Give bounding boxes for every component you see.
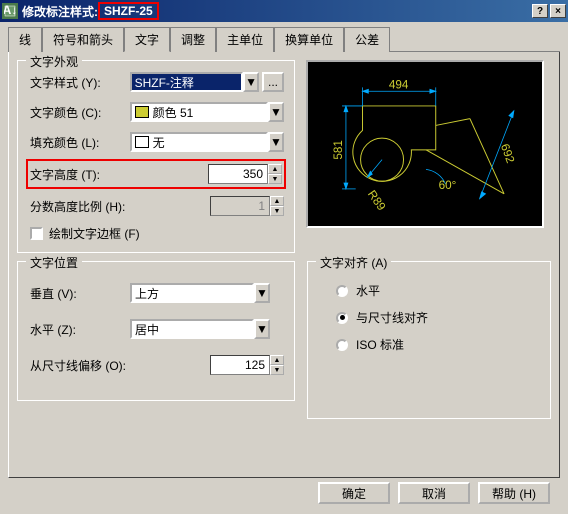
- close-button[interactable]: ×: [550, 4, 566, 18]
- label-text-style: 文字样式 (Y):: [30, 74, 130, 91]
- checkbox-icon[interactable]: [30, 227, 43, 240]
- radio-iso[interactable]: ISO 标准: [336, 336, 540, 353]
- radio-horizontal[interactable]: 水平: [336, 282, 540, 299]
- svg-text:692: 692: [498, 142, 517, 165]
- text-style-browse-button[interactable]: ...: [262, 72, 284, 92]
- group-text-position: 文字位置 垂直 (V): 上方 ▼ 水平 (Z): 居中 ▼: [17, 261, 295, 401]
- label-draw-frame: 绘制文字边框 (F): [49, 225, 140, 242]
- svg-text:A↓: A↓: [4, 5, 16, 17]
- ok-button[interactable]: 确定: [318, 482, 390, 504]
- text-height-spinner[interactable]: ▲▼: [208, 164, 282, 184]
- spin-up-icon[interactable]: ▲: [268, 164, 282, 174]
- label-text-color: 文字颜色 (C):: [30, 104, 130, 121]
- spin-up-icon: ▲: [270, 196, 284, 206]
- spin-down-icon: ▼: [270, 206, 284, 216]
- radio-icon[interactable]: [336, 285, 348, 297]
- text-height-input[interactable]: [208, 164, 268, 184]
- chevron-down-icon[interactable]: ▼: [254, 319, 270, 339]
- group-text-alignment: 文字对齐 (A) 水平 与尺寸线对齐 ISO 标准: [307, 261, 551, 419]
- label-text-height: 文字高度 (T):: [30, 166, 130, 183]
- fill-color-combo[interactable]: 无 ▼: [130, 132, 284, 152]
- title-prefix: 修改标注样式:: [22, 3, 98, 20]
- title-style-name: SHZF-25: [100, 4, 157, 18]
- legend-alignment: 文字对齐 (A): [316, 254, 391, 271]
- label-fill-color: 填充颜色 (L):: [30, 134, 130, 151]
- radio-icon[interactable]: [336, 312, 348, 324]
- text-style-combo[interactable]: SHZF-注释 ▼: [130, 72, 259, 92]
- radio-icon[interactable]: [336, 339, 348, 351]
- tab-tolerance[interactable]: 公差: [344, 27, 390, 52]
- draw-frame-checkbox[interactable]: 绘制文字边框 (F): [30, 225, 284, 242]
- tab-text[interactable]: 文字: [124, 27, 170, 52]
- text-color-combo[interactable]: 颜色 51 ▼: [130, 102, 284, 122]
- title-bar: A↓ 修改标注样式: SHZF-25 ? ×: [0, 0, 568, 22]
- legend-appearance: 文字外观: [26, 53, 82, 70]
- preview-pane: 494 581 692 60° R89: [306, 60, 544, 228]
- label-offset: 从尺寸线偏移 (O):: [30, 357, 150, 374]
- tab-strip: 线 符号和箭头 文字 调整 主单位 换算单位 公差: [8, 26, 560, 52]
- offset-input[interactable]: [210, 355, 270, 375]
- fraction-scale-input: [210, 196, 270, 216]
- cancel-button[interactable]: 取消: [398, 482, 470, 504]
- chevron-down-icon[interactable]: ▼: [268, 102, 284, 122]
- chevron-down-icon[interactable]: ▼: [268, 132, 284, 152]
- help-button[interactable]: ?: [532, 4, 548, 18]
- none-swatch-icon: [135, 136, 149, 148]
- tab-fit[interactable]: 调整: [170, 27, 216, 52]
- help-button[interactable]: 帮助 (H): [478, 482, 550, 504]
- chevron-down-icon[interactable]: ▼: [243, 72, 259, 92]
- spin-up-icon[interactable]: ▲: [270, 355, 284, 365]
- horizontal-combo[interactable]: 居中 ▼: [130, 319, 270, 339]
- svg-text:494: 494: [389, 78, 409, 91]
- offset-spinner[interactable]: ▲▼: [210, 355, 284, 375]
- group-text-appearance: 文字外观 文字样式 (Y): SHZF-注释 ▼ ... 文字颜色 (C): 颜…: [17, 60, 295, 253]
- color-swatch-icon: [135, 106, 149, 118]
- vertical-combo[interactable]: 上方 ▼: [130, 283, 270, 303]
- spin-down-icon[interactable]: ▼: [268, 174, 282, 184]
- radio-aligned[interactable]: 与尺寸线对齐: [336, 309, 540, 326]
- spin-down-icon[interactable]: ▼: [270, 365, 284, 375]
- fraction-scale-spinner: ▲▼: [210, 196, 284, 216]
- chevron-down-icon[interactable]: ▼: [254, 283, 270, 303]
- svg-text:R89: R89: [365, 188, 388, 213]
- label-fraction-scale: 分数高度比例 (H):: [30, 198, 130, 215]
- svg-text:60°: 60°: [439, 179, 457, 192]
- tab-alt-units[interactable]: 换算单位: [274, 27, 344, 52]
- tab-primary-units[interactable]: 主单位: [216, 27, 274, 52]
- app-icon: A↓: [2, 3, 18, 19]
- label-horizontal: 水平 (Z):: [30, 321, 130, 338]
- legend-position: 文字位置: [26, 254, 82, 271]
- label-vertical: 垂直 (V):: [30, 285, 130, 302]
- svg-text:581: 581: [332, 140, 345, 160]
- tab-symbols[interactable]: 符号和箭头: [42, 27, 124, 52]
- tab-lines[interactable]: 线: [8, 27, 42, 52]
